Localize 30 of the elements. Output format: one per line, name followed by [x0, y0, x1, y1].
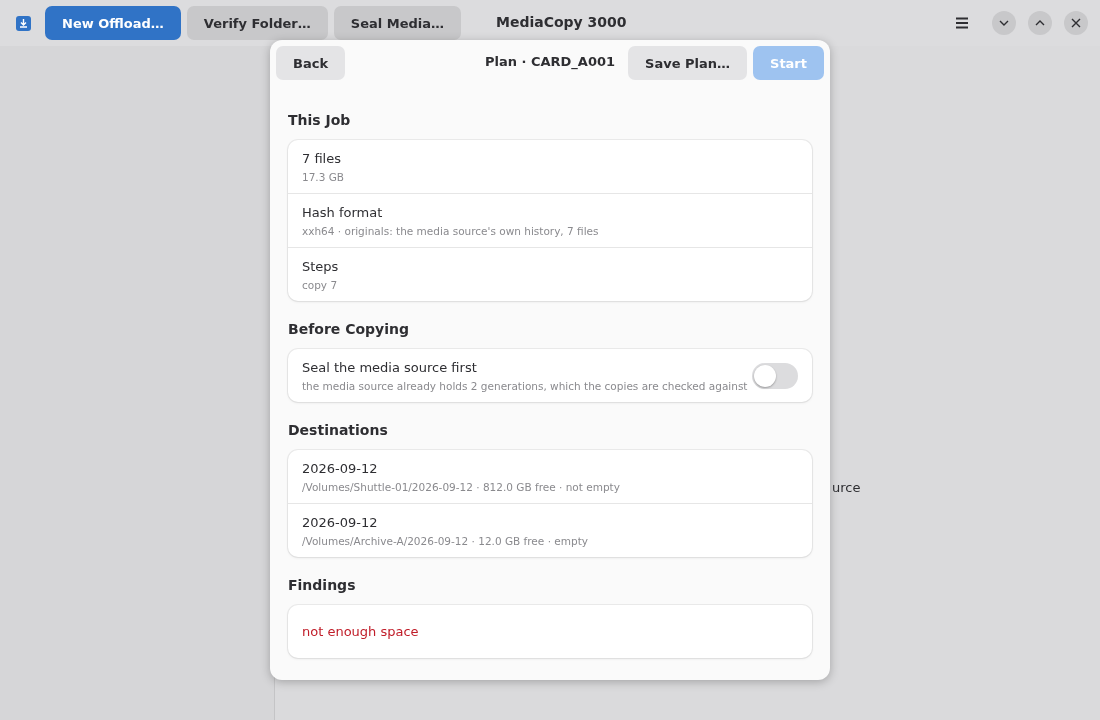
- row-title: Seal the media source first: [302, 359, 478, 375]
- header-button[interactable]: Seal Media…: [333, 6, 461, 40]
- section-heading: This Job: [288, 112, 352, 128]
- section-heading: Before Copying: [288, 321, 410, 337]
- section-heading: Destinations: [288, 422, 389, 438]
- section-heading: Findings: [288, 577, 357, 593]
- download-icon[interactable]: [16, 15, 31, 31]
- row-subtitle: 17.3 GB: [302, 170, 346, 183]
- row-subtitle: /Volumes/Shuttle-01/2026-09-12 · 812.0 GB free · not empty: [302, 480, 621, 493]
- back-button[interactable]: Back: [276, 46, 346, 80]
- row-title: 2026-09-12: [302, 460, 379, 476]
- minimize-icon[interactable]: [992, 11, 1016, 35]
- save-plan-button[interactable]: Save Plan…: [628, 46, 747, 80]
- row-subtitle: the media source already holds 2 generations, which the copies are checked against: [302, 379, 749, 392]
- row-title: not enough space: [302, 624, 420, 639]
- row-subtitle: copy 7: [302, 278, 339, 291]
- background-text: urce: [832, 480, 861, 495]
- header-button[interactable]: Verify Folder…: [186, 6, 328, 40]
- row-title: Hash format: [302, 204, 384, 220]
- header-button[interactable]: New Offload…: [45, 6, 181, 40]
- maximize-icon[interactable]: [1028, 11, 1052, 35]
- close-icon[interactable]: [1064, 11, 1088, 35]
- row-subtitle: xxh64 · originals: the media source's own history, 7 files: [302, 224, 600, 237]
- toggle-switch[interactable]: [752, 362, 798, 389]
- row-title: 2026-09-12: [302, 514, 379, 530]
- row-subtitle: /Volumes/Archive-A/2026-09-12 · 12.0 GB free · empty: [302, 534, 589, 547]
- row-title: Steps: [302, 258, 340, 274]
- row-title: 7 files: [302, 150, 342, 166]
- window-title: MediaCopy 3000: [496, 14, 627, 30]
- dialog-title: Plan · CARD_A001: [484, 54, 616, 69]
